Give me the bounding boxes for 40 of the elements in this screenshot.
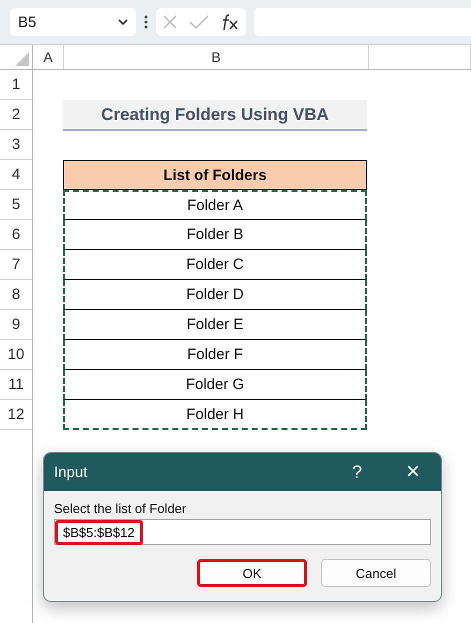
chevron-down-icon[interactable] <box>118 18 128 26</box>
table-cell: Folder B <box>63 220 367 250</box>
table-header: List of Folders <box>63 160 367 190</box>
select-all-icon[interactable] <box>15 52 29 66</box>
ok-button[interactable]: OK <box>197 559 307 587</box>
row-header[interactable]: 6 <box>0 220 33 250</box>
row-header[interactable]: 2 <box>0 100 33 130</box>
row-header[interactable]: 4 <box>0 160 33 190</box>
prompt-label: Select the list of Folder <box>54 501 188 516</box>
sheet-title: Creating Folders Using VBA <box>63 100 367 131</box>
row-header[interactable]: 1 <box>0 70 33 100</box>
cancel-icon[interactable] <box>162 14 178 30</box>
cancel-button[interactable]: Cancel <box>321 559 431 587</box>
row-header[interactable]: 9 <box>0 310 33 340</box>
column-header[interactable]: B <box>64 45 369 69</box>
input-value: $B$5:$B$12 <box>55 520 143 544</box>
row-header[interactable]: 7 <box>0 250 33 280</box>
table-cell: Folder C <box>63 250 367 280</box>
table-cell: Folder H <box>63 400 367 430</box>
table-cell: Folder D <box>63 280 367 310</box>
row-header[interactable]: 5 <box>0 190 33 220</box>
table-cell: Folder G <box>63 370 367 400</box>
table-cell: Folder A <box>63 190 367 220</box>
table-cell: Folder E <box>63 310 367 340</box>
dialog-title: Input <box>54 464 88 480</box>
column-header[interactable]: A <box>33 45 64 69</box>
row-header[interactable]: 12 <box>0 400 33 430</box>
check-icon[interactable] <box>188 15 209 29</box>
table-cell: Folder F <box>63 340 367 370</box>
row-header[interactable]: 11 <box>0 370 33 400</box>
row-header[interactable]: 8 <box>0 280 33 310</box>
cell-reference: B5 <box>18 14 36 30</box>
close-button[interactable]: × <box>385 458 441 486</box>
row-header[interactable]: 10 <box>0 340 33 370</box>
name-box[interactable]: B5 <box>10 8 136 36</box>
input-field[interactable]: $B$5:$B$12 <box>54 519 431 545</box>
row-header[interactable]: 3 <box>0 130 33 160</box>
function-icon[interactable] <box>220 13 240 31</box>
more-options-icon[interactable] <box>144 15 148 29</box>
help-button[interactable]: ? <box>329 462 385 482</box>
